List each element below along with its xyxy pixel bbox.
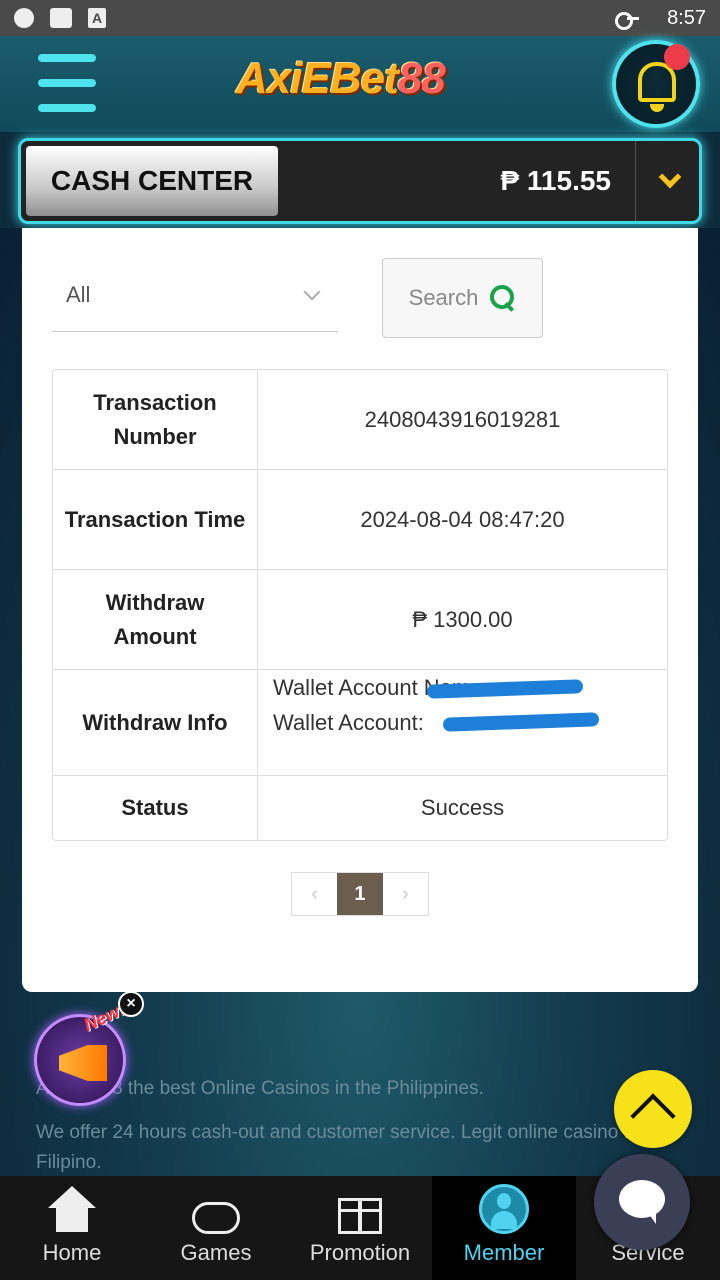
filter-selected-value: All bbox=[66, 281, 91, 307]
app-header: AxiEBet88 bbox=[0, 36, 720, 132]
nav-games-label: Games bbox=[180, 1240, 252, 1265]
wallet-balance: ₱ 115.55 bbox=[500, 165, 611, 196]
menu-bar-icon bbox=[38, 104, 96, 112]
transaction-number-value: 2408043916019281 bbox=[364, 406, 561, 432]
chevron-down-icon bbox=[303, 283, 321, 301]
chat-icon[interactable] bbox=[594, 1154, 690, 1250]
key-icon bbox=[615, 12, 640, 30]
table-row: Withdraw Amount ₱ 1300.00 bbox=[53, 570, 667, 670]
nav-home[interactable]: Home bbox=[0, 1176, 144, 1280]
close-icon: × bbox=[126, 995, 136, 1012]
member-icon bbox=[479, 1184, 529, 1234]
transaction-table: Transaction Number 2408043916019281 Tran… bbox=[52, 369, 668, 841]
bell-clapper bbox=[650, 104, 664, 112]
gamepad-icon bbox=[192, 1202, 240, 1234]
transaction-detail-card: All Search Transaction Number 2408043916… bbox=[22, 228, 698, 992]
table-row: Transaction Number 2408043916019281 bbox=[53, 370, 667, 470]
promo-close-button[interactable]: × bbox=[118, 991, 144, 1017]
withdraw-amount-label: Withdraw Amount bbox=[53, 570, 258, 669]
status-value: Success bbox=[420, 795, 505, 820]
balance-dropdown-button[interactable] bbox=[639, 141, 699, 221]
megaphone-icon bbox=[59, 1045, 107, 1081]
cash-center-bar: CASH CENTER ₱ 115.55 bbox=[18, 138, 702, 224]
app-status-icon: A bbox=[88, 8, 106, 28]
wallet-account-line: Wallet Account: bbox=[273, 705, 600, 740]
withdraw-info-label: Withdraw Info bbox=[53, 670, 258, 775]
menu-button[interactable] bbox=[38, 54, 96, 112]
wallet-account-text: Wallet Account: bbox=[273, 710, 424, 735]
search-label: Search bbox=[408, 285, 479, 310]
footer-line-2: We offer 24 hours cash-out and customer … bbox=[36, 1122, 646, 1173]
table-row: Withdraw Info Wallet Account Name: Walle… bbox=[53, 670, 667, 776]
table-row: Transaction Time 2024-08-04 08:47:20 bbox=[53, 470, 667, 570]
transaction-time-label: Transaction Time bbox=[53, 470, 258, 569]
status-bar: A 8:57 bbox=[0, 0, 720, 36]
menu-bar-icon bbox=[38, 79, 96, 87]
status-icons: A bbox=[14, 8, 106, 28]
transaction-number-label: Transaction Number bbox=[53, 370, 258, 469]
nav-promotion-label: Promotion bbox=[309, 1240, 411, 1265]
page-1-button[interactable]: 1 bbox=[337, 873, 383, 915]
nav-games[interactable]: Games bbox=[144, 1176, 288, 1280]
nav-promotion[interactable]: Promotion bbox=[288, 1176, 432, 1280]
nav-member-label: Member bbox=[463, 1240, 545, 1265]
cash-center-label: CASH CENTER bbox=[26, 146, 278, 216]
status-time: 8:57 bbox=[667, 6, 706, 29]
search-icon bbox=[490, 285, 516, 311]
notification-button[interactable] bbox=[612, 40, 700, 128]
nav-member[interactable]: Member bbox=[432, 1176, 576, 1280]
withdraw-info-value: Wallet Account Name: Wallet Account: bbox=[258, 670, 667, 775]
notification-badge bbox=[664, 44, 690, 70]
status-label: Status bbox=[53, 776, 258, 840]
settings-status-icon bbox=[14, 8, 34, 28]
home-icon bbox=[46, 1186, 98, 1234]
search-button[interactable]: Search bbox=[382, 258, 543, 338]
nav-home-label: Home bbox=[42, 1240, 102, 1265]
redaction-scribble bbox=[442, 712, 600, 732]
filter-select[interactable]: All bbox=[52, 258, 338, 332]
table-row: Status Success bbox=[53, 776, 667, 840]
footer-line-1: AxieBet88 the best Online Casinos in the… bbox=[36, 1078, 484, 1099]
scroll-top-button[interactable] bbox=[614, 1070, 692, 1148]
pagination: ‹ 1 › bbox=[291, 872, 429, 916]
folder-status-icon bbox=[50, 8, 72, 28]
wallet-name-line: Wallet Account Name: bbox=[273, 670, 584, 705]
withdraw-amount-value: ₱ 1300.00 bbox=[412, 606, 513, 632]
promo-float-button[interactable]: New! bbox=[34, 999, 128, 1106]
prev-page-button[interactable]: ‹ bbox=[292, 873, 337, 915]
menu-bar-icon bbox=[38, 54, 96, 62]
chevron-down-icon bbox=[658, 165, 682, 189]
transaction-time-value: 2024-08-04 08:47:20 bbox=[360, 506, 565, 532]
brand-logo[interactable]: AxiEBet88 bbox=[236, 54, 486, 114]
gift-icon bbox=[338, 1198, 382, 1234]
next-page-button[interactable]: › bbox=[383, 873, 428, 915]
footer-description: AxieBet88 the best Online Casinos in the… bbox=[36, 1074, 696, 1192]
divider bbox=[635, 141, 636, 221]
